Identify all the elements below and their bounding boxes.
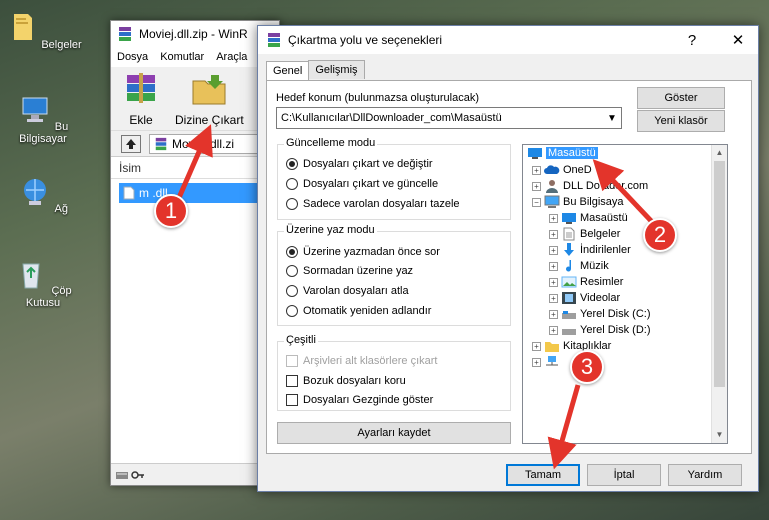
arrow-1 [175,124,213,201]
step-badge-2: 2 [643,218,677,252]
step-badge-3: 3 [570,350,604,384]
arrow-2 [592,159,657,227]
arrow-3 [547,384,581,470]
step-badge-1: 1 [154,194,188,228]
annotation-arrows [175,124,657,470]
